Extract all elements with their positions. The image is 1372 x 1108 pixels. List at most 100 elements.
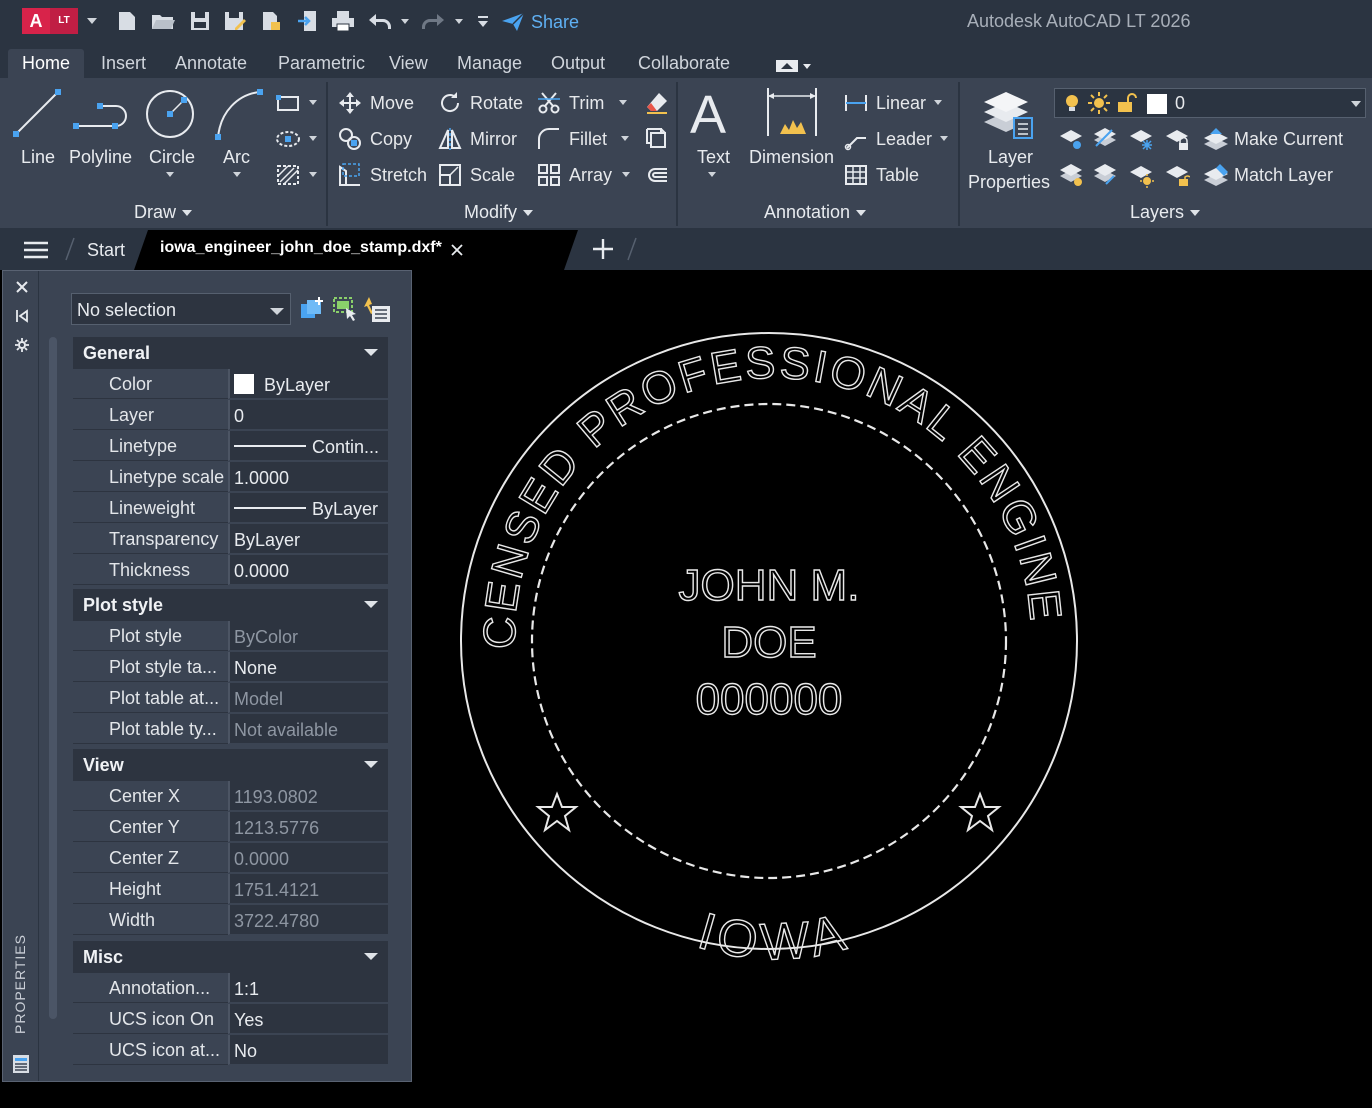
layer-properties-tool[interactable]: Layer Properties [964,86,1054,198]
redo-caret-icon[interactable] [455,19,463,24]
offset-icon[interactable] [644,162,670,188]
property-value-cell[interactable]: 0 [228,400,388,430]
dimension-tool[interactable]: Dimension [746,86,838,178]
collapse-caret-icon[interactable] [364,953,378,960]
property-value-cell[interactable]: Yes [228,1004,388,1034]
property-row[interactable]: Center X 1193.0802 [73,781,388,811]
undo-caret-icon[interactable] [401,19,409,24]
toggle-pickadd-icon[interactable] [299,296,325,322]
undo-icon[interactable] [367,8,393,34]
layer-unisolate-icon[interactable] [1092,162,1118,188]
property-row[interactable]: Thickness 0.0000 [73,555,388,585]
tab-insert[interactable]: Insert [89,49,158,78]
layer-on-all-icon[interactable] [1058,162,1084,188]
arc-caret-icon[interactable] [233,172,241,177]
property-row[interactable]: Transparency ByLayer [73,524,388,554]
tab-view[interactable]: View [377,49,440,78]
move-button[interactable]: Move [338,90,428,116]
collapse-caret-icon[interactable] [364,601,378,608]
property-value-cell[interactable]: ByLayer [228,524,388,554]
palette-settings-icon[interactable] [14,337,30,353]
open-file-icon[interactable] [150,8,176,34]
auto-hide-icon[interactable] [15,309,29,323]
fillet-button[interactable]: Fillet [537,126,617,152]
linear-caret-icon[interactable] [934,100,942,105]
palette-scrollbar[interactable] [49,337,57,1019]
app-logo[interactable]: A LT [22,8,80,34]
tab-collaborate[interactable]: Collaborate [626,49,742,78]
leader-caret-icon[interactable] [940,136,948,141]
property-row[interactable]: Width 3722.4780 [73,905,388,935]
application-menu-icon[interactable] [24,241,48,259]
redo-icon[interactable] [420,8,446,34]
property-row[interactable]: Height 1751.4121 [73,874,388,904]
layer-dropdown[interactable]: 0 [1054,88,1366,118]
fillet-caret-icon[interactable] [621,136,629,141]
make-current-button[interactable]: Make Current [1202,126,1352,152]
properties-palette-icon[interactable] [12,1054,30,1074]
section-header-general[interactable]: General [73,337,388,369]
tab-annotate[interactable]: Annotate [163,49,259,78]
layer-freeze-icon[interactable] [1128,126,1154,152]
layer-isolate-icon[interactable] [1092,126,1118,152]
property-value-cell[interactable]: Contin... [228,431,388,461]
property-value-cell[interactable]: 0.0000 [228,555,388,585]
rectangle-caret-icon[interactable] [309,100,317,105]
rectangle-icon[interactable] [274,92,302,114]
linear-button[interactable]: Linear [844,90,928,116]
collapse-caret-icon[interactable] [364,349,378,356]
drawing-canvas[interactable]: LICENSED PROFESSIONAL ENGINEER IOWA JOHN… [412,270,1372,1108]
draw-panel-title[interactable]: Draw [134,202,193,223]
layer-off-icon[interactable] [1058,126,1084,152]
array-button[interactable]: Array [537,162,617,188]
tab-parametric[interactable]: Parametric [266,49,377,78]
publish-icon[interactable] [258,8,284,34]
section-header-view[interactable]: View [73,749,388,781]
layer-unlock-all-icon[interactable] [1164,162,1190,188]
copy-button[interactable]: Copy [338,126,428,152]
property-value-cell[interactable]: None [228,652,388,682]
hatch-icon[interactable] [274,164,302,186]
property-value-cell[interactable]: ByLayer [228,369,388,399]
property-row[interactable]: Annotation... 1:1 [73,973,388,1003]
import-icon[interactable] [295,8,321,34]
layers-panel-title[interactable]: Layers [1130,202,1201,223]
modify-panel-title[interactable]: Modify [464,202,534,223]
circle-caret-icon[interactable] [166,172,174,177]
property-value-cell[interactable]: ByLayer [228,493,388,523]
arc-tool[interactable]: Arc [210,88,266,192]
layer-thaw-all-icon[interactable] [1128,162,1154,188]
trim-button[interactable]: Trim [537,90,609,116]
new-file-icon[interactable] [114,8,140,34]
property-row[interactable]: Linetype Contin... [73,431,388,461]
start-tab[interactable]: Start [87,240,125,261]
share-button[interactable]: Share [500,9,579,35]
line-tool[interactable]: Line [8,88,66,180]
mirror-button[interactable]: Mirror [438,126,528,152]
property-value-cell[interactable]: 1.0000 [228,462,388,492]
hatch-fill-icon[interactable] [274,128,302,150]
polyline-tool[interactable]: Polyline [68,88,132,180]
match-layer-button[interactable]: Match Layer [1202,162,1352,188]
ellipse-caret-icon[interactable] [309,136,317,141]
property-row[interactable]: Center Y 1213.5776 [73,812,388,842]
explode-icon[interactable] [644,126,670,152]
array-caret-icon[interactable] [622,172,630,177]
property-row[interactable]: UCS icon at... No [73,1035,388,1065]
ribbon-display-toggle[interactable] [775,59,815,73]
property-row[interactable]: Center Z 0.0000 [73,843,388,873]
trim-caret-icon[interactable] [619,100,627,105]
layer-lock-icon[interactable] [1164,126,1190,152]
select-objects-icon[interactable] [332,296,358,322]
erase-icon[interactable] [644,90,670,116]
close-tab-icon[interactable] [450,243,464,257]
stretch-button[interactable]: Stretch [338,162,428,188]
tab-output[interactable]: Output [539,49,617,78]
table-button[interactable]: Table [844,162,924,188]
property-row[interactable]: UCS icon On Yes [73,1004,388,1034]
new-tab-icon[interactable] [592,238,614,260]
property-value-cell[interactable]: 1:1 [228,973,388,1003]
leader-button[interactable]: Leader [844,126,934,152]
tab-home[interactable]: Home [8,49,85,78]
section-header-plot-style[interactable]: Plot style [73,589,388,621]
